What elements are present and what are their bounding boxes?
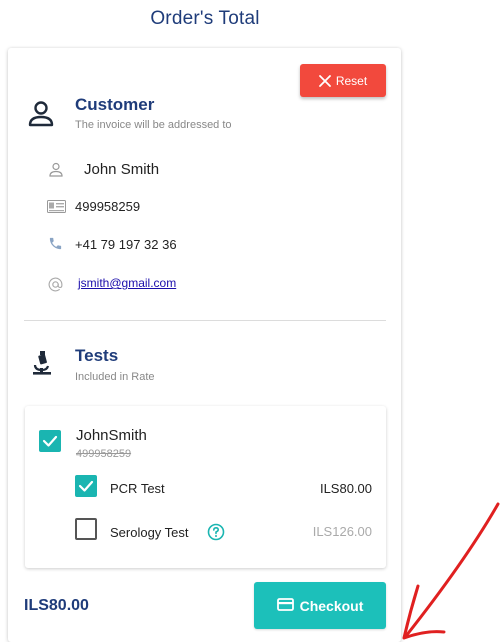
patient-id: 499958259 bbox=[76, 448, 132, 460]
reset-label: Reset bbox=[335, 73, 368, 88]
credit-card-icon bbox=[276, 597, 294, 614]
serology-test-checkbox[interactable] bbox=[75, 518, 97, 540]
section-divider bbox=[24, 320, 386, 321]
tests-subtitle: Included in Rate bbox=[75, 371, 155, 383]
customer-phone: +41 79 197 32 36 bbox=[75, 237, 177, 252]
pcr-test-price: ILS80.00 bbox=[319, 481, 372, 496]
customer-id: 499958259 bbox=[75, 199, 141, 214]
checkout-label: Checkout bbox=[299, 597, 364, 614]
reset-button[interactable]: Reset bbox=[300, 64, 386, 97]
customer-title: Customer bbox=[75, 95, 155, 114]
annotation-arrow bbox=[396, 500, 501, 642]
customer-email[interactable]: jsmith@gmail.com bbox=[78, 276, 176, 290]
close-icon bbox=[318, 74, 331, 87]
person-outline-icon bbox=[49, 162, 63, 182]
person-icon bbox=[28, 100, 54, 133]
at-icon bbox=[47, 276, 64, 298]
customer-subtitle: The invoice will be addressed to bbox=[75, 119, 232, 131]
page-title: Order's Total bbox=[150, 8, 260, 29]
phone-icon bbox=[48, 236, 63, 256]
patient-name: JohnSmith bbox=[76, 427, 147, 444]
tests-title: Tests bbox=[75, 346, 119, 365]
patient-checkbox[interactable] bbox=[39, 430, 61, 452]
pcr-test-checkbox[interactable] bbox=[75, 475, 97, 497]
microscope-icon bbox=[31, 350, 53, 381]
help-circle-icon[interactable] bbox=[207, 523, 225, 546]
customer-name: John Smith bbox=[84, 161, 160, 178]
order-total: ILS80.00 bbox=[24, 597, 89, 614]
serology-test-price: ILS126.00 bbox=[312, 524, 372, 539]
checkout-button[interactable]: Checkout bbox=[254, 582, 386, 629]
pcr-test-label: PCR Test bbox=[110, 481, 165, 496]
id-card-icon bbox=[47, 200, 66, 218]
serology-test-label: Serology Test bbox=[110, 525, 189, 540]
